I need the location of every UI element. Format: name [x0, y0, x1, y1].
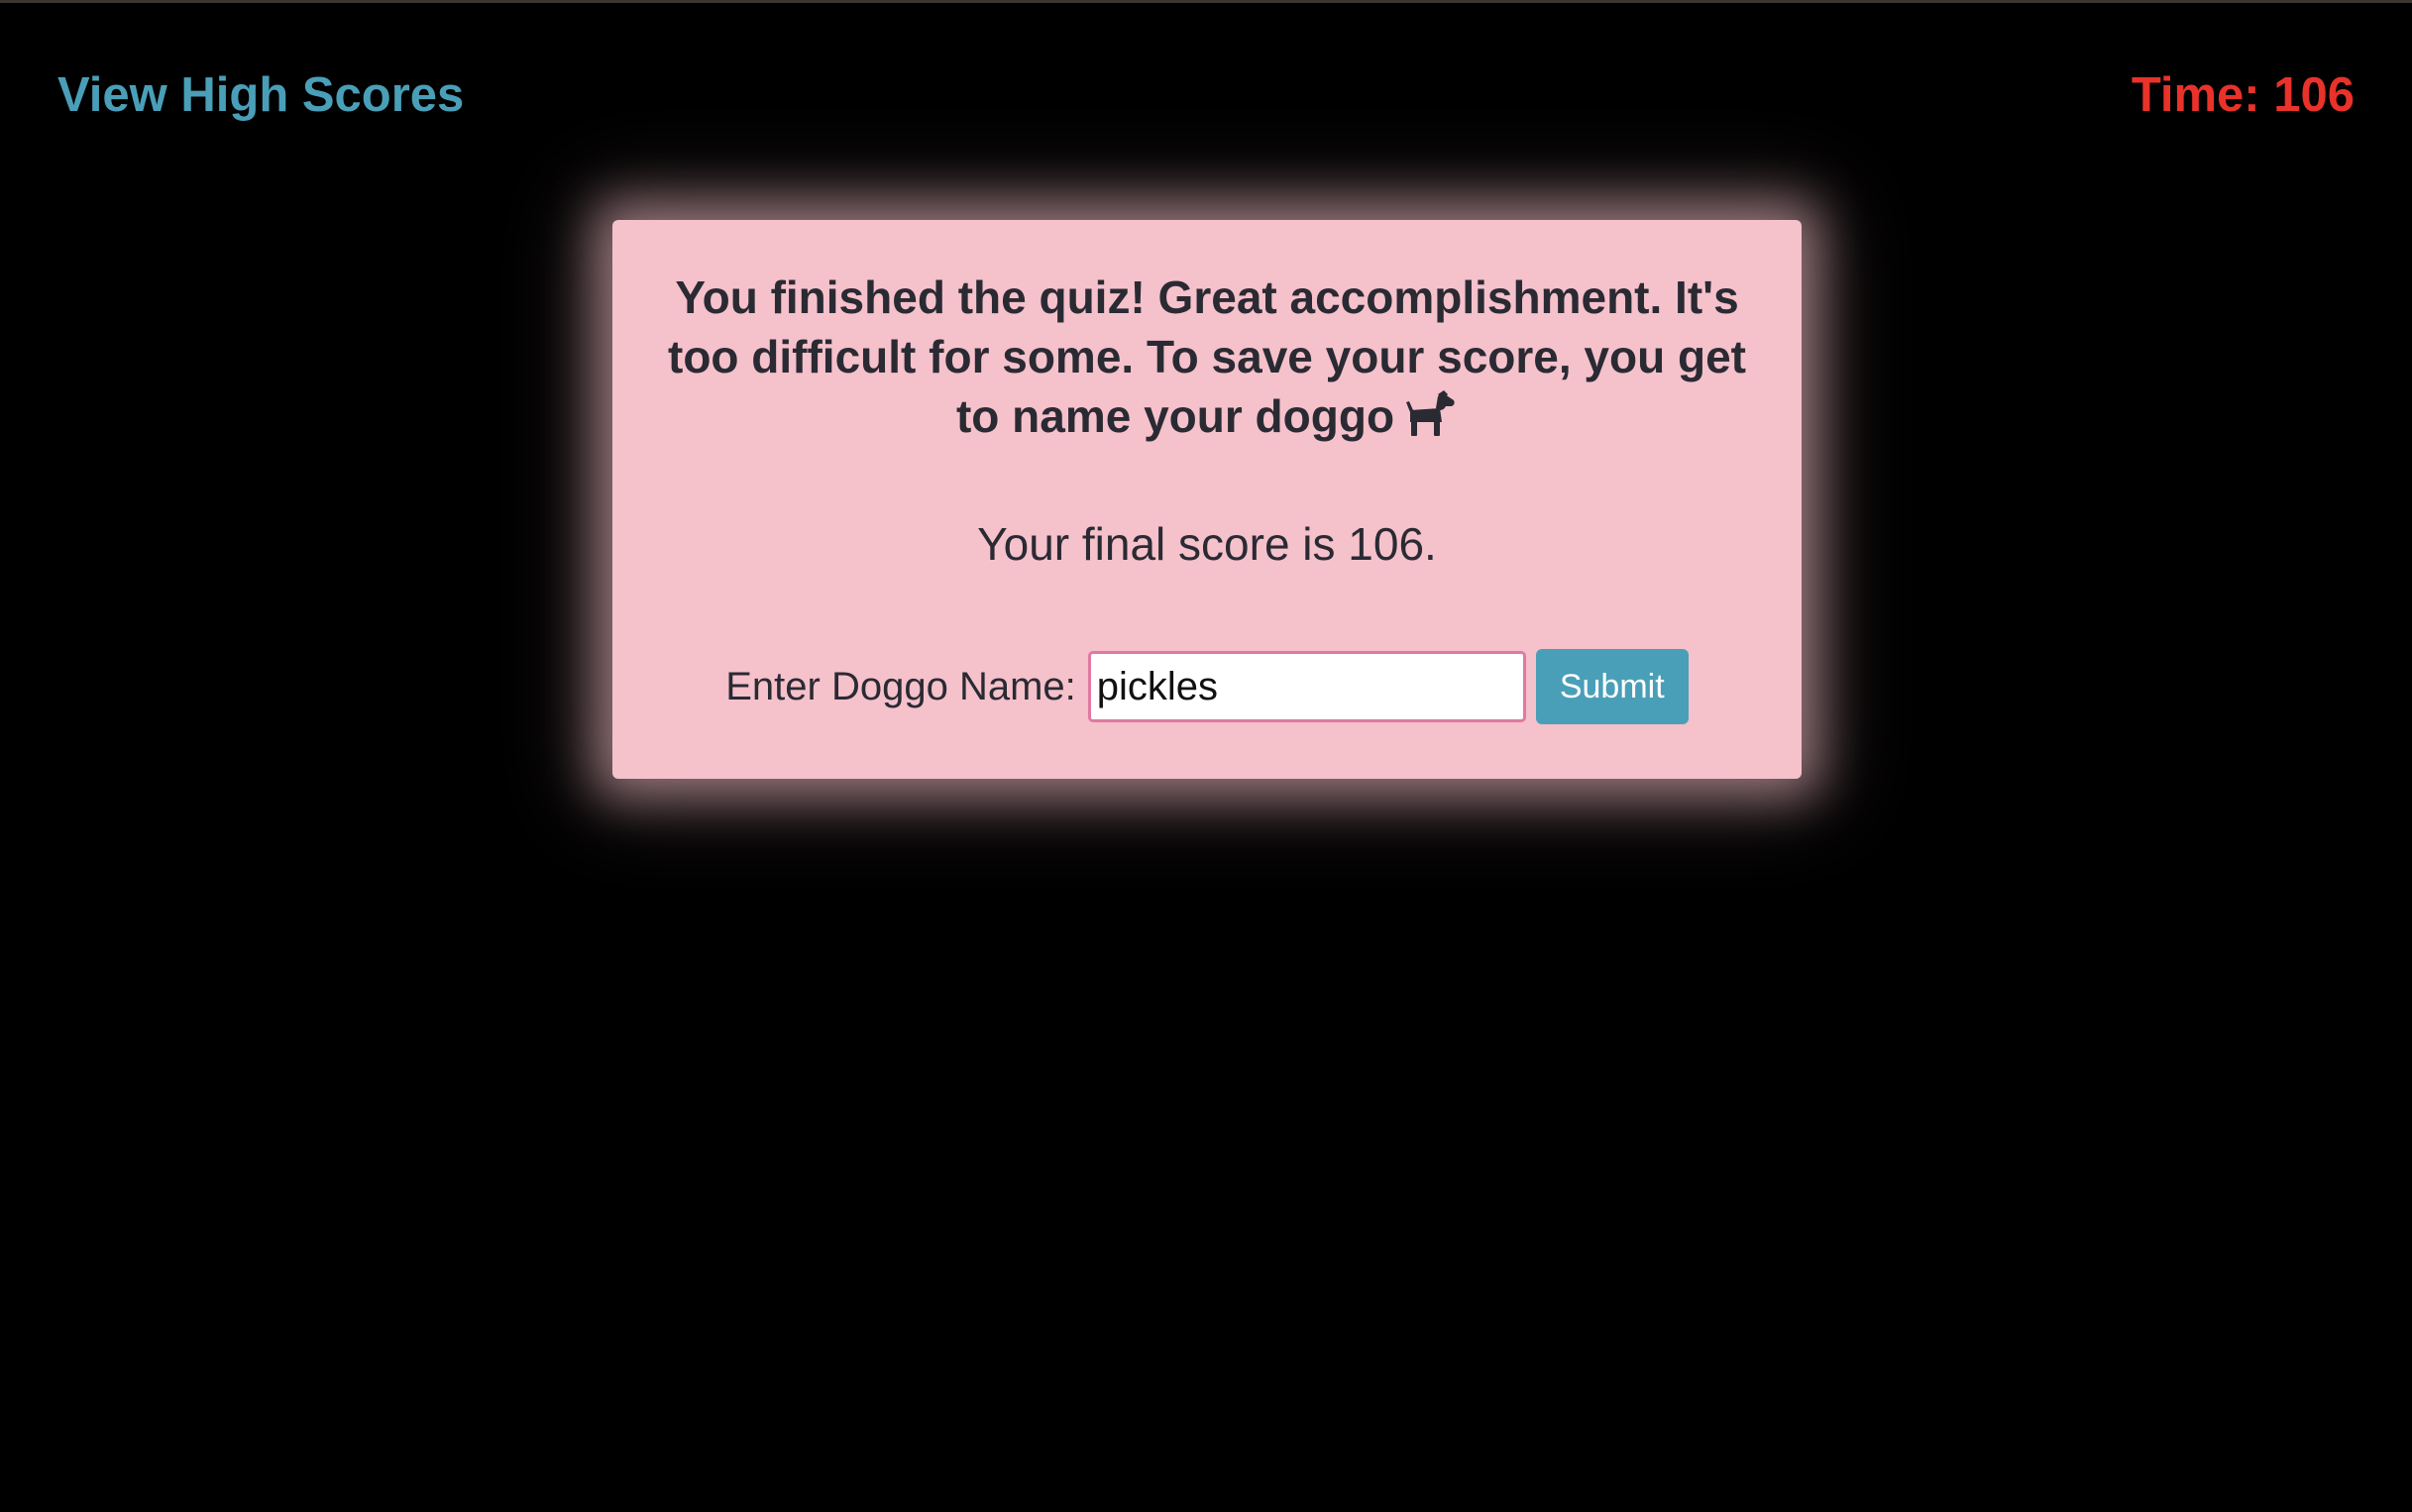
doggo-name-input[interactable] [1087, 651, 1526, 722]
timer-display: Time: 106 [2131, 68, 2355, 122]
dog-icon [1406, 390, 1455, 436]
window-top-border [0, 0, 2412, 3]
submit-button[interactable]: Submit [1535, 649, 1689, 724]
final-score-text: Your final score is 106. [977, 518, 1437, 570]
view-high-scores-link[interactable]: View High Scores [57, 67, 464, 123]
quiz-complete-card: You finished the quiz! Great accomplishm… [612, 220, 1802, 779]
completion-message-text: You finished the quiz! Great accomplishm… [668, 271, 1746, 442]
name-entry-form: Enter Doggo Name: Submit [612, 648, 1802, 725]
doggo-name-label: Enter Doggo Name: [725, 664, 1076, 708]
completion-message: You finished the quiz! Great accomplishm… [662, 268, 1752, 446]
